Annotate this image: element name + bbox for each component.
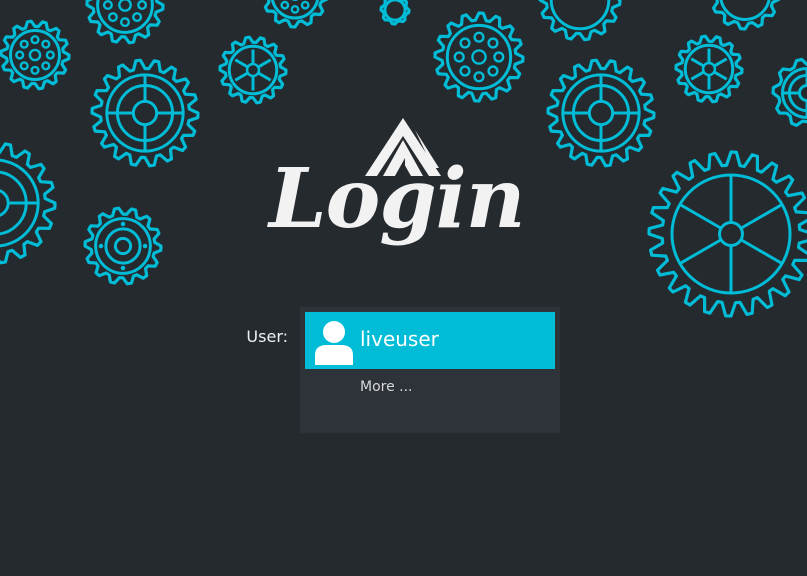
gear-icon	[711, 0, 781, 31]
gear-icon	[647, 150, 807, 318]
gear-icon	[433, 11, 525, 103]
gear-icon	[379, 0, 411, 26]
gear-icon	[538, 0, 622, 42]
logo-wordmark: Login	[269, 151, 525, 247]
user-name: liveuser	[360, 327, 439, 351]
more-users-button[interactable]: More ...	[360, 379, 413, 395]
gear-icon	[0, 19, 71, 91]
gear-background	[0, 0, 807, 318]
gear-icon	[674, 34, 744, 104]
gear-icon	[85, 0, 165, 45]
gear-icon	[771, 57, 807, 127]
gear-icon	[546, 58, 656, 168]
user-selector-panel: liveuser More ...	[300, 307, 560, 433]
login-screen: Login User: liveuser More ...	[0, 0, 807, 576]
gear-icon	[83, 206, 163, 286]
gear-icon	[263, 0, 329, 29]
login-logo: Login	[255, 110, 555, 285]
user-label: User:	[246, 327, 288, 346]
gear-icon	[218, 35, 288, 105]
user-avatar-icon	[315, 321, 353, 365]
user-list-item[interactable]: liveuser	[305, 312, 555, 369]
gear-icon	[90, 58, 200, 168]
gear-icon	[0, 142, 57, 265]
